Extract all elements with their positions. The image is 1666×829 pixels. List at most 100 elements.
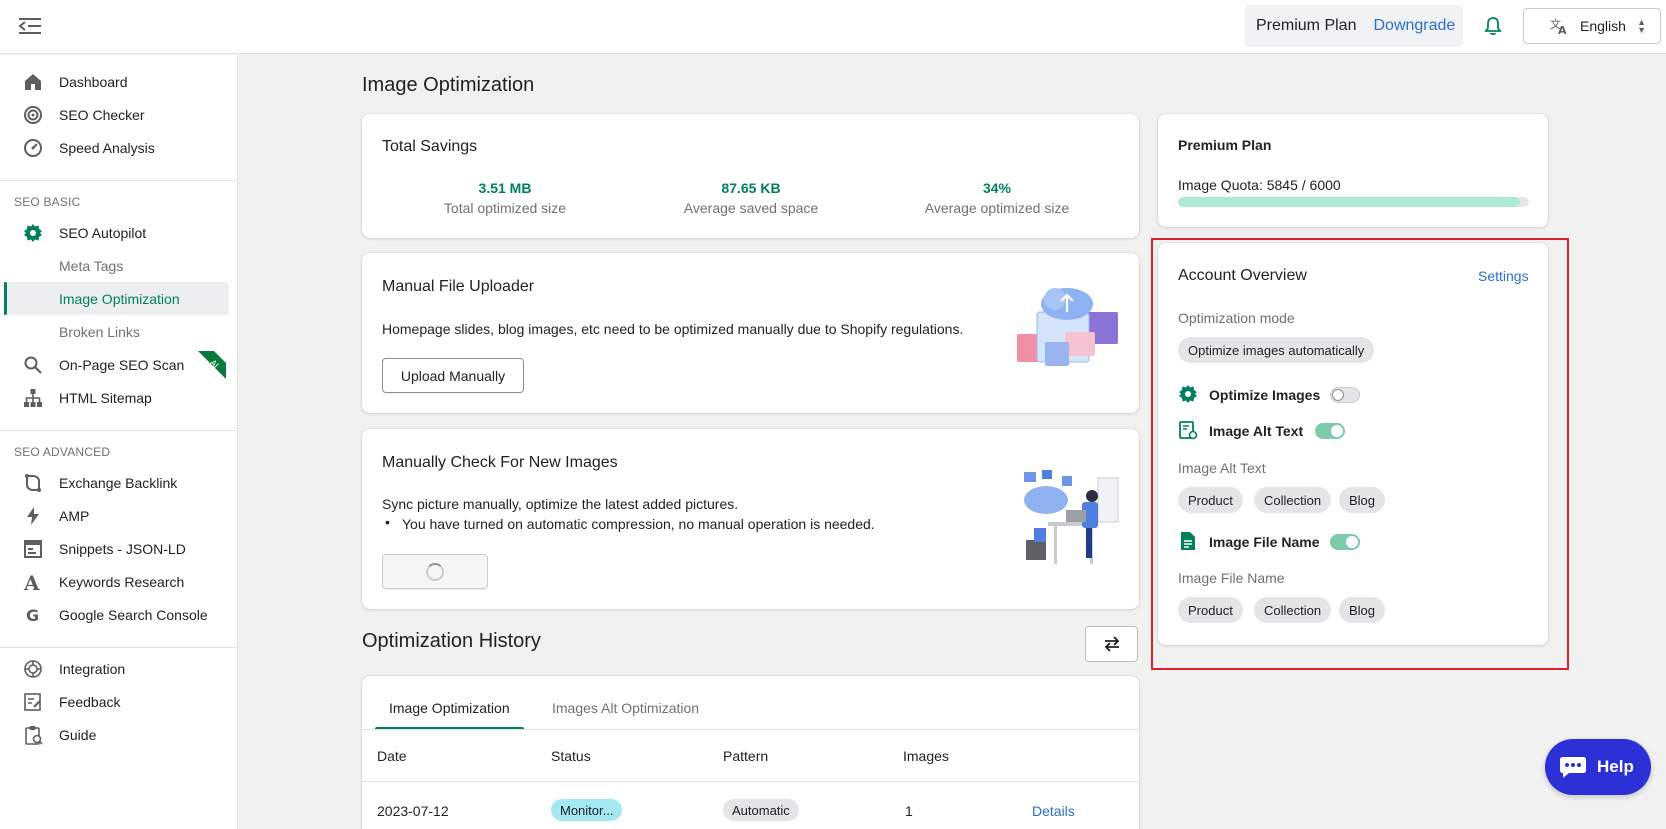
- sidebar-item-label: Exchange Backlink: [59, 474, 178, 491]
- downgrade-link[interactable]: Downgrade: [1373, 17, 1455, 35]
- sidebar-item-label: AMP: [59, 507, 90, 524]
- alt-text-tag-blog: Blog: [1339, 487, 1386, 513]
- sidebar-item-keywords-research[interactable]: A Keywords Research: [0, 565, 238, 598]
- account-overview-title: Account Overview: [1178, 267, 1307, 284]
- sidebar-item-on-page-seo-scan[interactable]: On-Page SEO Scan AI: [0, 348, 238, 381]
- file-name-tag-product: Product: [1178, 597, 1243, 623]
- stat-total-optimized-value: 3.51 MB: [478, 180, 532, 196]
- sidebar-item-label: Image Optimization: [59, 290, 180, 307]
- sidebar-divider: [0, 180, 238, 181]
- sidebar-item-google-search-console[interactable]: G Google Search Console: [0, 598, 238, 631]
- sidebar-item-label: Integration: [59, 660, 126, 677]
- speedometer-icon: [24, 139, 42, 157]
- sidebar-item-speed-analysis[interactable]: Speed Analysis: [0, 131, 238, 164]
- sidebar-item-broken-links[interactable]: Broken Links: [0, 315, 238, 348]
- help-label: Help: [1597, 757, 1634, 776]
- sidebar-item-label: SEO Autopilot: [59, 224, 147, 241]
- stat-average-optimized-value: 34%: [982, 180, 1012, 196]
- sidebar-divider: [0, 430, 238, 431]
- sidebar-item-snippets[interactable]: Snippets - JSON-LD: [0, 532, 238, 565]
- sidebar-item-label: HTML Sitemap: [59, 389, 152, 406]
- image-quota-text: Image Quota: 5845 / 6000: [1178, 177, 1341, 193]
- gear-icon: [24, 224, 42, 242]
- image-file-name-toggle[interactable]: [1330, 534, 1360, 550]
- sidebar: Dashboard SEO Checker Speed Analysis SEO…: [0, 55, 238, 829]
- target-icon: [24, 106, 42, 124]
- snippet-icon: [24, 540, 42, 558]
- sidebar-item-html-sitemap[interactable]: HTML Sitemap: [0, 381, 238, 414]
- sidebar-item-label: Speed Analysis: [59, 139, 155, 156]
- lightning-icon: [27, 507, 39, 525]
- bell-icon[interactable]: [1482, 15, 1504, 37]
- toggle-knob: [1332, 389, 1344, 401]
- sidebar-item-label: Broken Links: [59, 323, 140, 340]
- letter-a-icon: A: [23, 572, 40, 592]
- translate-icon: 文 A: [1550, 17, 1567, 35]
- row-images-count: 1: [905, 803, 913, 819]
- sidebar-item-dashboard[interactable]: Dashboard: [0, 65, 238, 98]
- swap-arrows-icon: [1104, 636, 1119, 652]
- status-badge: Monitor...: [551, 799, 623, 821]
- search-icon: [24, 356, 42, 374]
- section-title-seo-basic: SEO BASIC: [14, 195, 81, 209]
- menu-collapse-icon[interactable]: [18, 16, 42, 36]
- svg-text:A: A: [1558, 24, 1567, 35]
- page-title: Image Optimization: [362, 74, 535, 96]
- file-name-tag-collection: Collection: [1254, 597, 1332, 623]
- history-title: Optimization History: [362, 630, 541, 652]
- sidebar-item-integration[interactable]: Integration: [0, 652, 238, 685]
- sitemap-icon: [24, 389, 42, 407]
- tabs-divider: [362, 729, 1139, 730]
- sidebar-item-guide[interactable]: Guide: [0, 718, 238, 751]
- plan-card-title: Premium Plan: [1178, 137, 1272, 153]
- sidebar-item-label: SEO Checker: [59, 106, 145, 123]
- language-select[interactable]: 文 A English ▲ ▼: [1523, 8, 1661, 44]
- top-bar: Premium Plan Downgrade 文 A English ▲ ▼: [0, 0, 1666, 54]
- feedback-icon: [24, 693, 41, 711]
- sync-loading-button[interactable]: [382, 554, 488, 589]
- manual-check-description: Sync picture manually, optimize the late…: [382, 496, 739, 512]
- row-date: 2023-07-12: [377, 803, 449, 819]
- optimize-images-label: Optimize Images: [1209, 387, 1321, 403]
- alt-text-tag-collection: Collection: [1254, 487, 1332, 513]
- sidebar-item-meta-tags[interactable]: Meta Tags: [0, 249, 238, 282]
- refresh-history-button[interactable]: [1085, 626, 1138, 662]
- sidebar-item-label: Snippets - JSON-LD: [59, 540, 186, 557]
- sidebar-item-label: Dashboard: [59, 73, 128, 90]
- details-link[interactable]: Details: [1032, 803, 1075, 819]
- optimize-images-toggle[interactable]: [1330, 387, 1360, 403]
- sidebar-item-feedback[interactable]: Feedback: [0, 685, 238, 718]
- tab-image-optimization[interactable]: Image Optimization: [375, 686, 524, 730]
- settings-link[interactable]: Settings: [1478, 268, 1529, 284]
- column-header-status: Status: [551, 748, 591, 764]
- sidebar-item-exchange-backlink[interactable]: Exchange Backlink: [0, 466, 238, 499]
- image-alt-text-label: Image Alt Text: [1209, 423, 1304, 439]
- manual-uploader-title: Manual File Uploader: [382, 278, 535, 295]
- plan-name: Premium Plan: [1256, 17, 1357, 34]
- stat-total-optimized-label: Total optimized size: [443, 200, 567, 216]
- toggle-knob: [1331, 425, 1343, 437]
- language-label: English: [1580, 18, 1626, 34]
- optimization-mode-label: Optimization mode: [1178, 310, 1295, 326]
- quota-progress-bar: [1178, 197, 1529, 207]
- file-name-tag-blog: Blog: [1339, 597, 1386, 623]
- sidebar-divider: [0, 647, 238, 648]
- help-button[interactable]: Help: [1545, 739, 1651, 795]
- sidebar-item-seo-checker[interactable]: SEO Checker: [0, 98, 238, 131]
- image-alt-text-toggle[interactable]: [1315, 423, 1345, 439]
- manual-check-bullet: You have turned on automatic compression…: [402, 516, 875, 532]
- pattern-badge: Automatic: [723, 799, 799, 821]
- backlink-icon: [25, 474, 41, 492]
- tab-images-alt-optimization[interactable]: Images Alt Optimization: [538, 686, 713, 730]
- sidebar-item-image-optimization[interactable]: Image Optimization: [4, 282, 229, 315]
- sidebar-item-seo-autopilot[interactable]: SEO Autopilot: [0, 216, 238, 249]
- select-arrows-icon: ▲ ▼: [1637, 17, 1646, 35]
- upload-manually-button[interactable]: Upload Manually: [382, 358, 524, 393]
- svg-text:G: G: [26, 606, 39, 625]
- sidebar-item-amp[interactable]: AMP: [0, 499, 238, 532]
- quota-progress-fill: [1178, 197, 1520, 207]
- alt-text-tag-product: Product: [1178, 487, 1243, 513]
- stat-average-saved-label: Average saved space: [683, 200, 819, 216]
- google-icon: G: [26, 606, 39, 625]
- upload-illustration-icon: [1017, 288, 1118, 366]
